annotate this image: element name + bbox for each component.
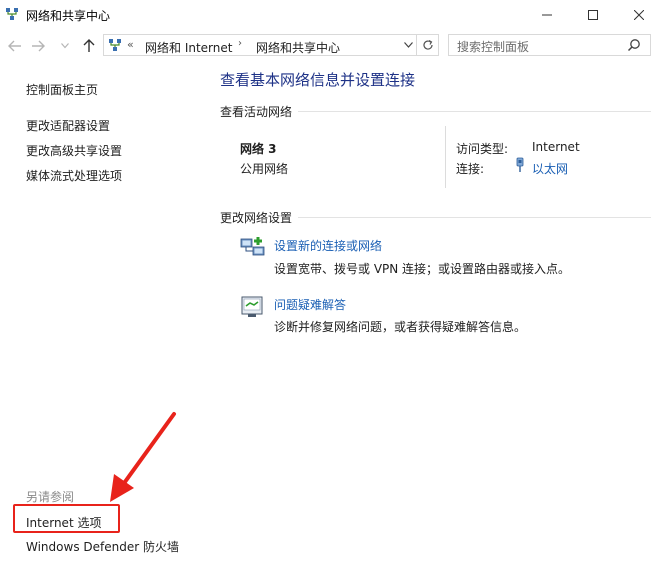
forward-arrow-icon	[32, 40, 45, 52]
maximize-button[interactable]	[570, 0, 616, 30]
media-streaming-options-link[interactable]: 媒体流式处理选项	[26, 167, 122, 184]
close-icon	[634, 10, 644, 20]
window-title: 网络和共享中心	[26, 9, 111, 23]
ethernet-connection-link[interactable]: 以太网	[532, 160, 568, 177]
annotation-arrow-icon	[110, 412, 176, 502]
vertical-divider	[445, 126, 446, 188]
breadcrumb-network-internet[interactable]: 网络和 Internet	[145, 39, 232, 56]
network-center-app-icon	[6, 8, 18, 20]
network-category-link[interactable]: 公用网络	[240, 160, 288, 177]
access-type-value: Internet	[532, 140, 580, 154]
section-divider	[298, 217, 651, 218]
change-network-settings-heading: 更改网络设置	[220, 209, 299, 226]
chevron-down-icon	[403, 42, 413, 48]
setup-new-connection-link[interactable]: 设置新的连接或网络	[274, 237, 382, 254]
minimize-icon	[542, 14, 552, 16]
page-title: 查看基本网络信息并设置连接	[220, 71, 416, 89]
maximize-icon	[588, 10, 598, 20]
troubleshoot-icon	[241, 296, 263, 317]
minimize-button[interactable]	[524, 0, 570, 30]
up-button[interactable]	[80, 37, 98, 55]
control-panel-icon	[109, 39, 121, 51]
chevron-down-icon	[61, 43, 69, 49]
change-adapter-settings-link[interactable]: 更改适配器设置	[26, 117, 110, 134]
breadcrumb-separator[interactable]: ›	[238, 38, 242, 49]
troubleshoot-problems-link[interactable]: 问题疑难解答	[274, 296, 346, 313]
network-name: 网络 3	[240, 142, 277, 156]
search-input[interactable]: 搜索控制面板	[457, 38, 529, 55]
control-panel-home-link[interactable]: 控制面板主页	[26, 81, 98, 98]
search-icon[interactable]	[627, 38, 641, 52]
ethernet-icon	[516, 157, 524, 172]
access-type-label: 访问类型:	[456, 142, 509, 156]
see-also-heading: 另请参阅	[26, 490, 75, 504]
connections-label: 连接:	[456, 162, 485, 176]
change-advanced-sharing-link[interactable]: 更改高级共享设置	[26, 142, 122, 159]
breadcrumb-sharing-center[interactable]: 网络和共享中心	[256, 39, 340, 56]
close-button[interactable]	[616, 0, 661, 30]
back-button[interactable]	[6, 37, 24, 55]
address-overflow-chevron[interactable]: «	[127, 38, 134, 51]
setup-new-connection-description: 设置宽带、拨号或 VPN 连接；或设置路由器或接入点。	[274, 262, 571, 276]
refresh-button[interactable]	[417, 34, 439, 56]
active-networks-heading: 查看活动网络	[220, 103, 299, 120]
troubleshoot-problems-description: 诊断并修复网络问题，或者获得疑难解答信息。	[274, 320, 527, 334]
refresh-icon	[422, 39, 433, 50]
address-dropdown-button[interactable]	[401, 37, 415, 53]
up-arrow-icon	[83, 39, 95, 52]
forward-button[interactable]	[29, 37, 47, 55]
back-arrow-icon	[8, 40, 21, 52]
recent-locations-button[interactable]	[58, 37, 72, 55]
windows-defender-firewall-link[interactable]: Windows Defender 防火墙	[26, 538, 179, 555]
section-divider	[298, 111, 651, 112]
new-connection-icon	[240, 237, 265, 256]
annotation-highlight-box	[13, 504, 120, 533]
